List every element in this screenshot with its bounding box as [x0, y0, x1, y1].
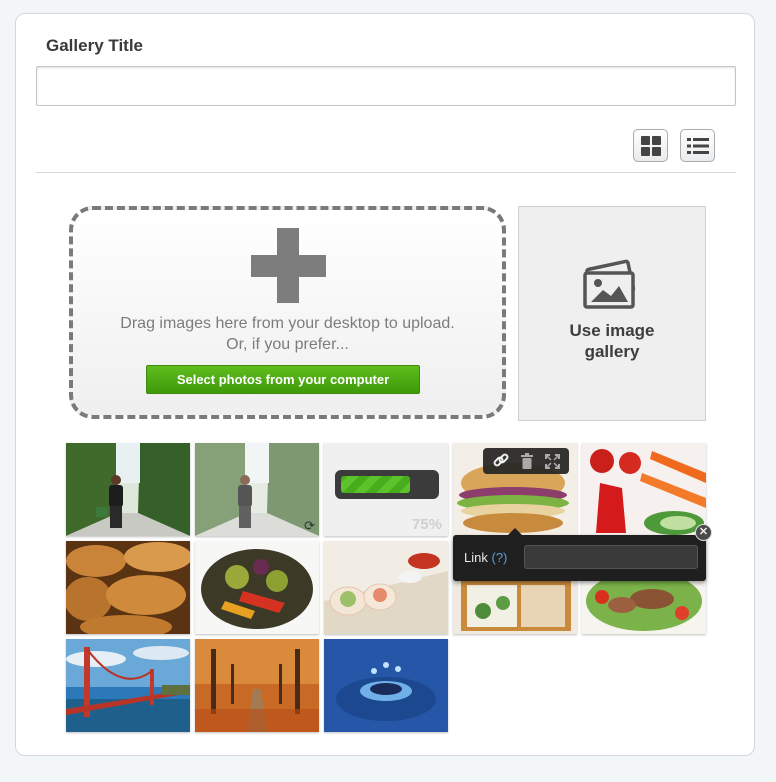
upload-progress-tile: 75% — [324, 443, 448, 536]
divider — [36, 172, 736, 173]
link-help[interactable]: (?) — [491, 550, 507, 565]
grid-view-button[interactable] — [633, 129, 668, 162]
thumbnail-autumn-avenue[interactable] — [195, 639, 319, 732]
use-image-gallery-button[interactable]: Use image gallery — [518, 206, 706, 421]
tile-toolbar — [483, 448, 569, 474]
thumbnail-water-drop[interactable] — [324, 639, 448, 732]
upload-progress-label: 75% — [411, 516, 442, 533]
dropzone-instruction: Drag images here from your desktop to up… — [120, 315, 455, 332]
fullscreen-icon[interactable] — [544, 453, 560, 469]
list-view-button[interactable] — [680, 129, 715, 162]
thumbnail-vegetables[interactable] — [582, 443, 706, 536]
link-icon[interactable] — [493, 453, 509, 469]
thumbnail-spring-rolls[interactable] — [324, 541, 448, 634]
link-url-input[interactable] — [524, 545, 698, 569]
upload-progress-bar — [335, 470, 439, 499]
gallery-title-label: Gallery Title — [46, 36, 144, 55]
list-view-icon — [686, 137, 709, 155]
link-label: Link (?) — [464, 550, 508, 565]
close-icon[interactable]: ✕ — [695, 524, 712, 541]
dropzone-alt-instruction: Or, if you prefer... — [226, 336, 349, 353]
trash-icon[interactable] — [520, 453, 534, 469]
gallery-title-input[interactable] — [36, 66, 736, 106]
refresh-icon: ⟳ — [304, 518, 315, 533]
thumbnail-bread[interactable] — [66, 541, 190, 634]
select-photos-button[interactable]: Select photos from your computer — [146, 365, 420, 394]
grid-view-icon — [640, 135, 661, 156]
thumbnail-grilled-vegetables[interactable] — [195, 541, 319, 634]
link-popover: Link (?) — [453, 528, 706, 581]
thumbnail-hedge-garden[interactable] — [66, 443, 190, 536]
thumbnail-golden-gate[interactable] — [66, 639, 190, 732]
thumbnail-hedge-garden-processing[interactable]: ⟳ — [195, 443, 319, 536]
upload-progress-fill — [341, 476, 410, 493]
use-image-gallery-label: Use image gallery — [569, 321, 655, 361]
image-gallery-icon — [581, 259, 641, 314]
